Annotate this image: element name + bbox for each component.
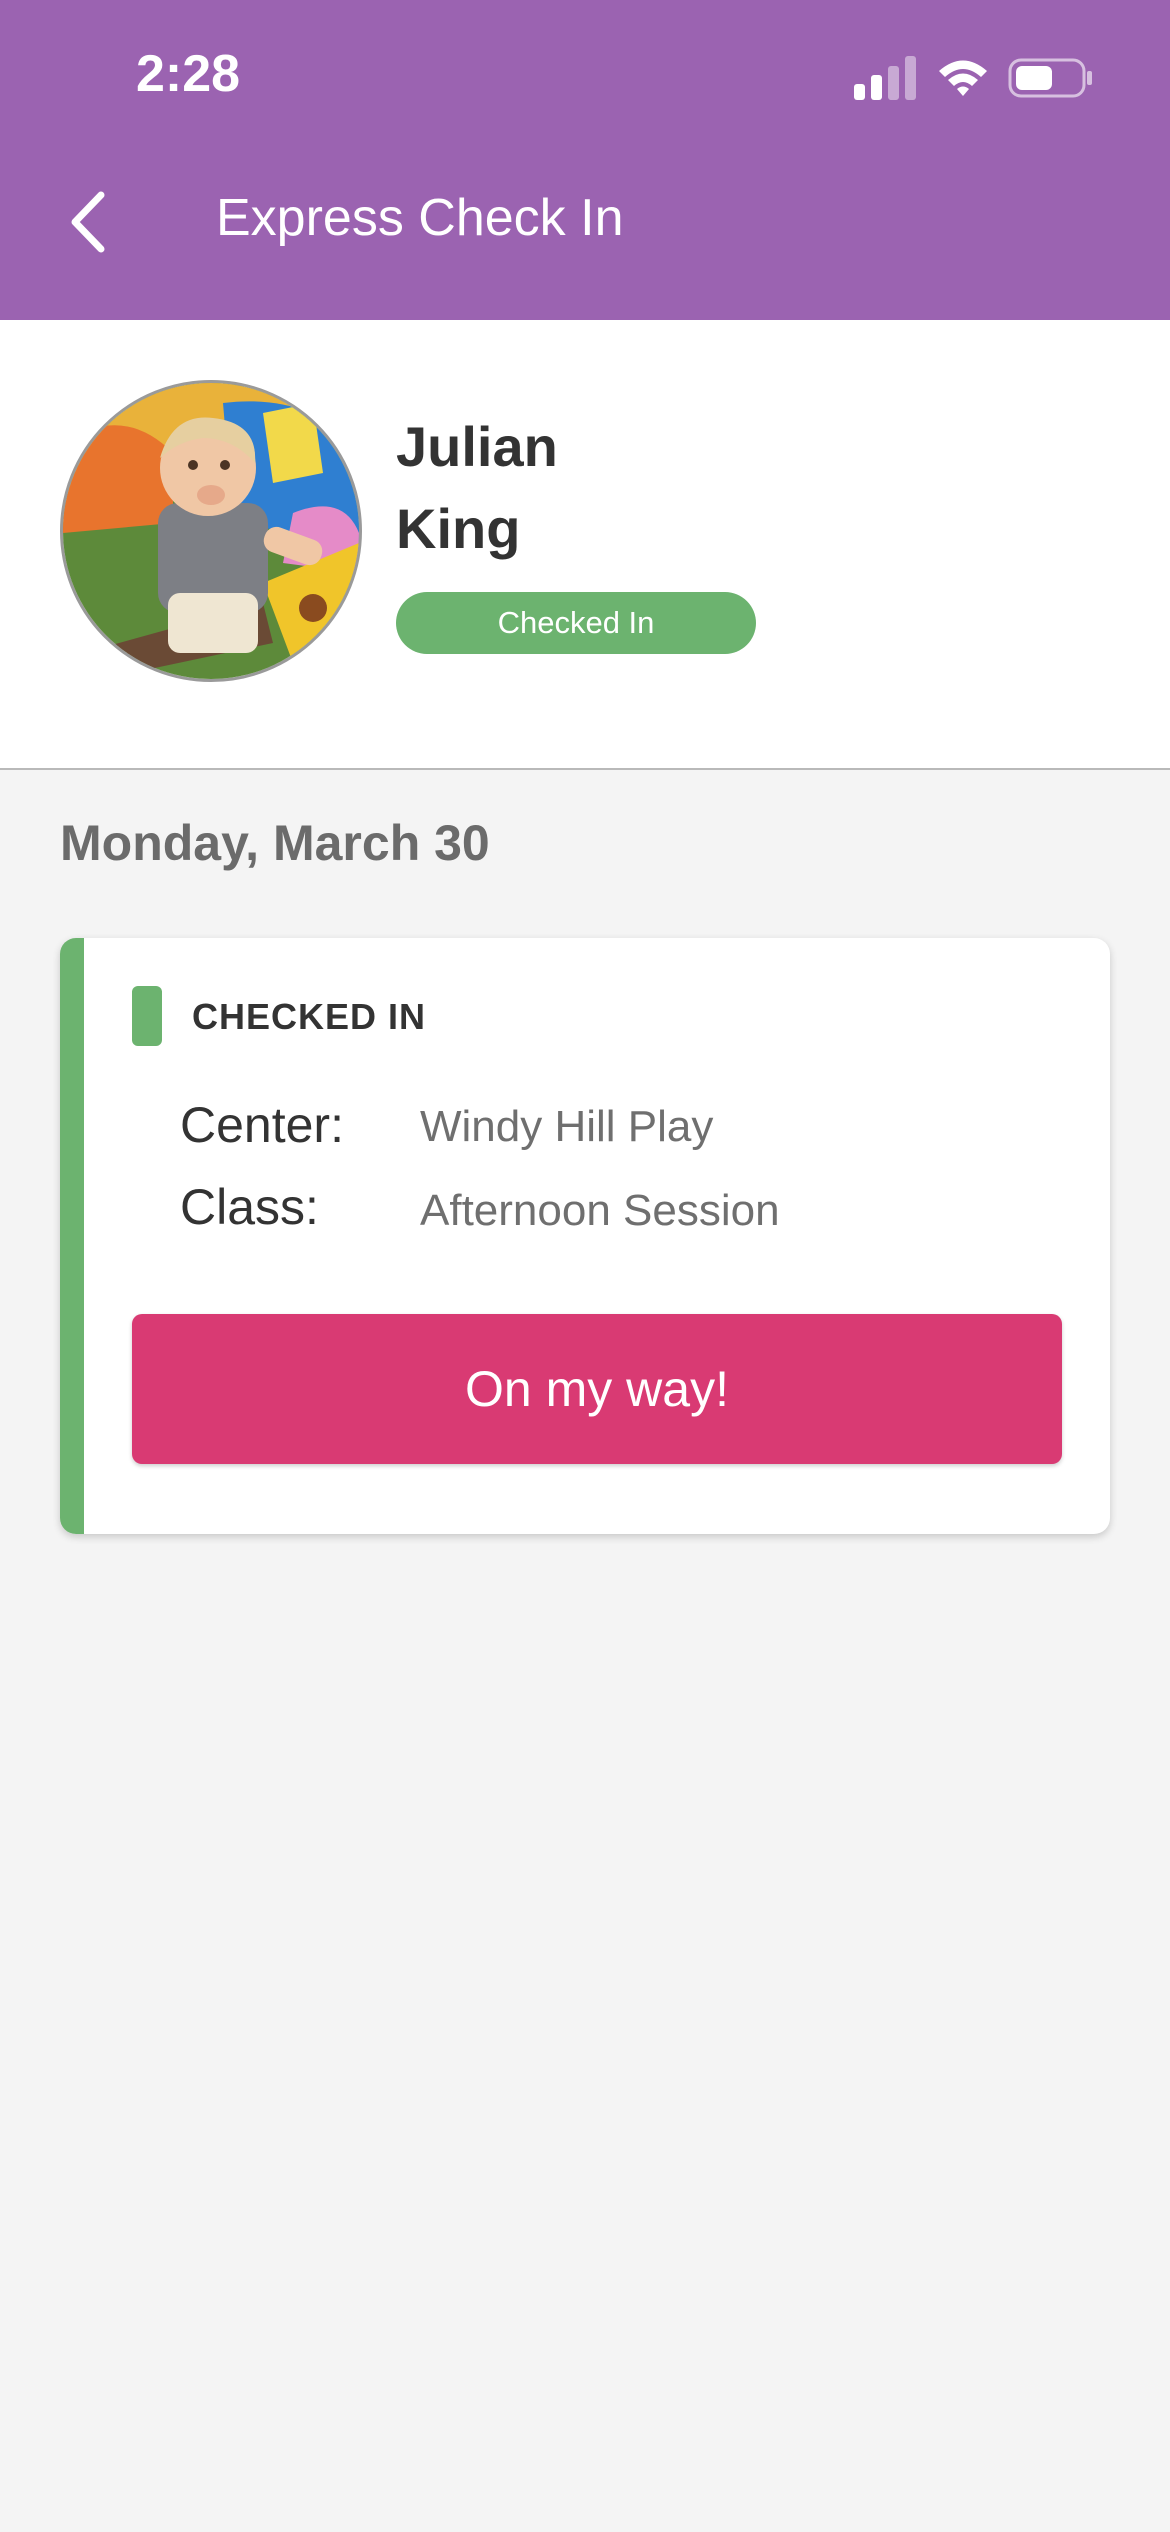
page-title: Express Check In: [216, 189, 624, 247]
child-profile: Julian King Checked In: [0, 320, 1170, 770]
status-indicator: [132, 986, 162, 1046]
back-button[interactable]: [52, 186, 122, 258]
cellular-signal-icon: [854, 56, 916, 100]
wifi-icon: [939, 60, 987, 96]
class-value: Afternoon Session: [420, 1186, 780, 1235]
center-value: Windy Hill Play: [420, 1102, 714, 1151]
app-header: 2:28 Express Check In: [0, 0, 1170, 320]
status-badge: Checked In: [396, 592, 756, 654]
battery-icon: [1008, 58, 1092, 98]
child-last-name: King: [396, 497, 521, 560]
child-name: Julian King: [396, 406, 896, 570]
status-time: 2:28: [136, 45, 241, 103]
center-label: Center:: [180, 1097, 344, 1153]
class-label: Class:: [180, 1179, 319, 1235]
attendance-card: CHECKED IN Center: Windy Hill Play Class…: [60, 938, 1110, 1534]
chevron-left-icon: [71, 191, 105, 253]
on-my-way-button[interactable]: On my way!: [132, 1314, 1062, 1464]
avatar: [60, 380, 362, 682]
card-status-label: CHECKED IN: [192, 996, 427, 1037]
child-first-name: Julian: [396, 415, 558, 478]
date-heading: Monday, March 30: [60, 815, 490, 871]
status-icons: [854, 56, 1094, 100]
card-status-accent: [60, 938, 84, 1534]
